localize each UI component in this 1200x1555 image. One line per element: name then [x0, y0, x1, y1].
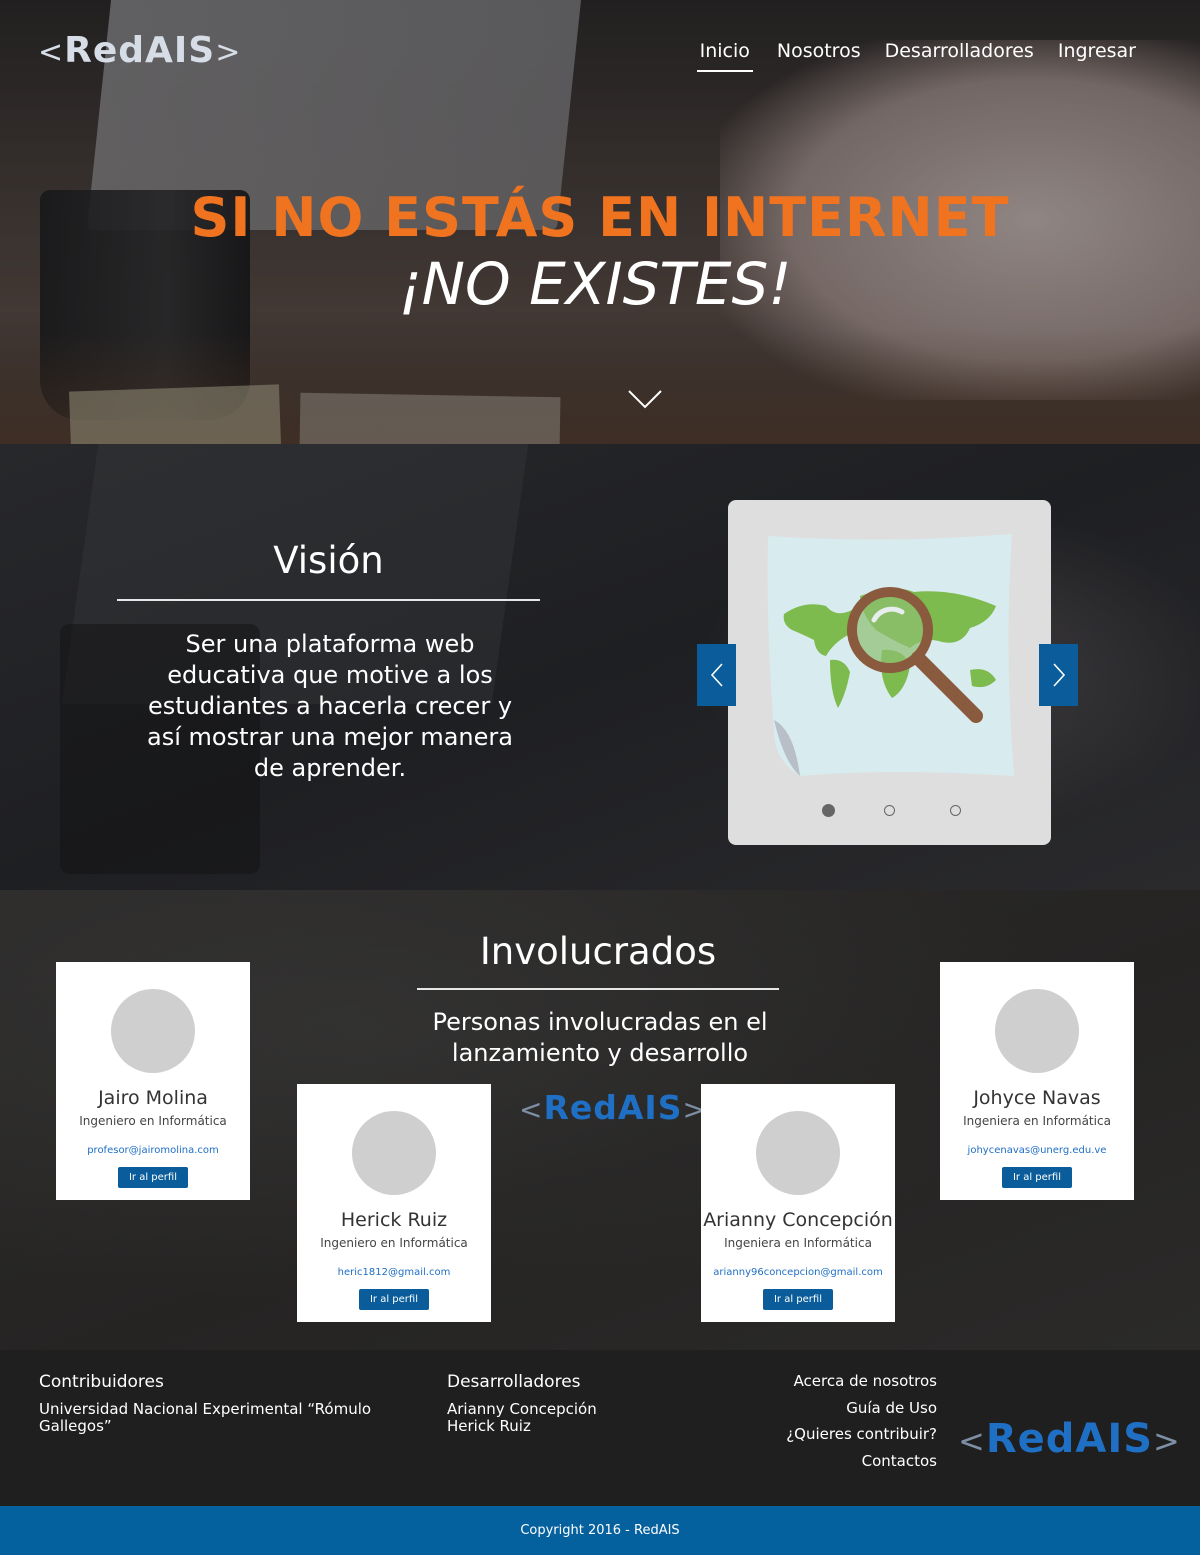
- logo-bracket-left: <: [958, 1422, 986, 1460]
- involved-text: Personas involucradas en el lanzamiento …: [432, 1008, 768, 1067]
- footer-developer-names: Arianny Concepción Herick Ruiz: [447, 1401, 697, 1435]
- divider: [117, 599, 540, 601]
- footer-developers: Desarrolladores Arianny Concepción Heric…: [447, 1372, 697, 1435]
- avatar: [756, 1111, 840, 1195]
- vision-title: Visión: [273, 539, 384, 582]
- footer-heading: Desarrolladores: [447, 1372, 581, 1392]
- logo-text: RedAIS: [64, 30, 216, 71]
- person-email[interactable]: johycenavas@unerg.edu.ve: [940, 1145, 1134, 1156]
- carousel-dot-3[interactable]: [950, 805, 961, 816]
- chevron-right-icon: [1052, 663, 1065, 687]
- person-card: Jairo Molina Ingeniero en Informática pr…: [56, 962, 250, 1200]
- carousel-next-button[interactable]: [1039, 644, 1078, 706]
- site-logo[interactable]: <RedAIS>: [38, 30, 241, 71]
- chevron-down-icon[interactable]: [627, 388, 663, 410]
- hero-section: <RedAIS> Inicio Nosotros Desarrolladores…: [0, 0, 1200, 444]
- involved-logo: <RedAIS>: [519, 1088, 707, 1127]
- person-role: Ingeniero en Informática: [320, 1236, 468, 1250]
- nav-ingresar[interactable]: Ingresar: [1058, 40, 1136, 72]
- logo-bracket-left: <: [38, 35, 65, 70]
- footer-link-contribute[interactable]: ¿Quieres contribuir?: [786, 1425, 937, 1452]
- carousel-prev-button[interactable]: [697, 644, 736, 706]
- developer-name: Arianny Concepción: [447, 1400, 597, 1418]
- footer-contributor-text: Universidad Nacional Experimental “Rómul…: [39, 1400, 372, 1435]
- person-card: Johyce Navas Ingeniera en Informática jo…: [940, 962, 1134, 1200]
- avatar: [111, 989, 195, 1073]
- footer-link-contacts[interactable]: Contactos: [786, 1452, 937, 1479]
- avatar: [352, 1111, 436, 1195]
- main-nav: Inicio Nosotros Desarrolladores Ingresar: [673, 40, 1136, 72]
- logo-text: RedAIS: [985, 1416, 1154, 1462]
- profile-button[interactable]: Ir al perfil: [117, 1167, 188, 1188]
- divider: [417, 988, 779, 990]
- vision-text: Ser una plataforma web educativa que mot…: [147, 630, 513, 782]
- logo-bracket-right: >: [215, 35, 242, 70]
- developer-name: Herick Ruiz: [447, 1417, 531, 1435]
- logo-bracket-right: >: [1153, 1422, 1181, 1460]
- nav-desarrolladores[interactable]: Desarrolladores: [885, 40, 1034, 72]
- nav-nosotros[interactable]: Nosotros: [777, 40, 861, 72]
- person-role: Ingeniera en Informática: [963, 1114, 1111, 1128]
- person-name: Arianny Concepción: [703, 1209, 893, 1231]
- person-role: Ingeniera en Informática: [724, 1236, 872, 1250]
- profile-button[interactable]: Ir al perfil: [762, 1289, 833, 1310]
- person-card: Herick Ruiz Ingeniero en Informática her…: [297, 1084, 491, 1322]
- person-name: Herick Ruiz: [340, 1209, 448, 1231]
- hero-headline: SI NO ESTÁS EN INTERNET: [190, 186, 1010, 249]
- copyright-bar: Copyright 2016 - RedAIS: [0, 1506, 1200, 1555]
- footer-link-about[interactable]: Acerca de nosotros: [786, 1372, 937, 1399]
- involved-section: Involucrados Personas involucradas en el…: [0, 890, 1200, 1350]
- person-name: Johyce Navas: [973, 1087, 1101, 1109]
- involved-title: Involucrados: [479, 930, 717, 973]
- person-card: Arianny Concepción Ingeniera en Informát…: [701, 1084, 895, 1322]
- footer-heading: Contribuidores: [39, 1372, 164, 1392]
- footer-logo[interactable]: <RedAIS>: [958, 1416, 1181, 1462]
- carousel: [728, 500, 1051, 845]
- footer-contributors: Contribuidores Universidad Nacional Expe…: [39, 1372, 389, 1435]
- world-map-search-illustration: [767, 534, 1014, 776]
- hero-subline: ¡NO EXISTES!: [398, 250, 792, 318]
- person-role: Ingeniero en Informática: [79, 1114, 227, 1128]
- profile-button[interactable]: Ir al perfil: [358, 1289, 429, 1310]
- nav-inicio[interactable]: Inicio: [696, 40, 753, 72]
- logo-text: RedAIS: [543, 1088, 683, 1127]
- carousel-dot-2[interactable]: [884, 805, 895, 816]
- footer-link-guide[interactable]: Guía de Uso: [786, 1399, 937, 1426]
- person-email[interactable]: arianny96concepcion@gmail.com: [701, 1267, 895, 1278]
- avatar: [995, 989, 1079, 1073]
- profile-button[interactable]: Ir al perfil: [1001, 1167, 1072, 1188]
- vision-section: Visión Ser una plataforma web educativa …: [0, 444, 1200, 890]
- carousel-dot-1[interactable]: [822, 804, 835, 817]
- person-email[interactable]: profesor@jairomolina.com: [56, 1145, 250, 1156]
- person-name: Jairo Molina: [98, 1087, 208, 1109]
- footer-links: Acerca de nosotros Guía de Uso ¿Quieres …: [786, 1372, 937, 1478]
- footer: Contribuidores Universidad Nacional Expe…: [0, 1350, 1200, 1506]
- logo-bracket-left: <: [519, 1093, 544, 1126]
- person-email[interactable]: heric1812@gmail.com: [297, 1267, 491, 1278]
- chevron-left-icon: [710, 663, 723, 687]
